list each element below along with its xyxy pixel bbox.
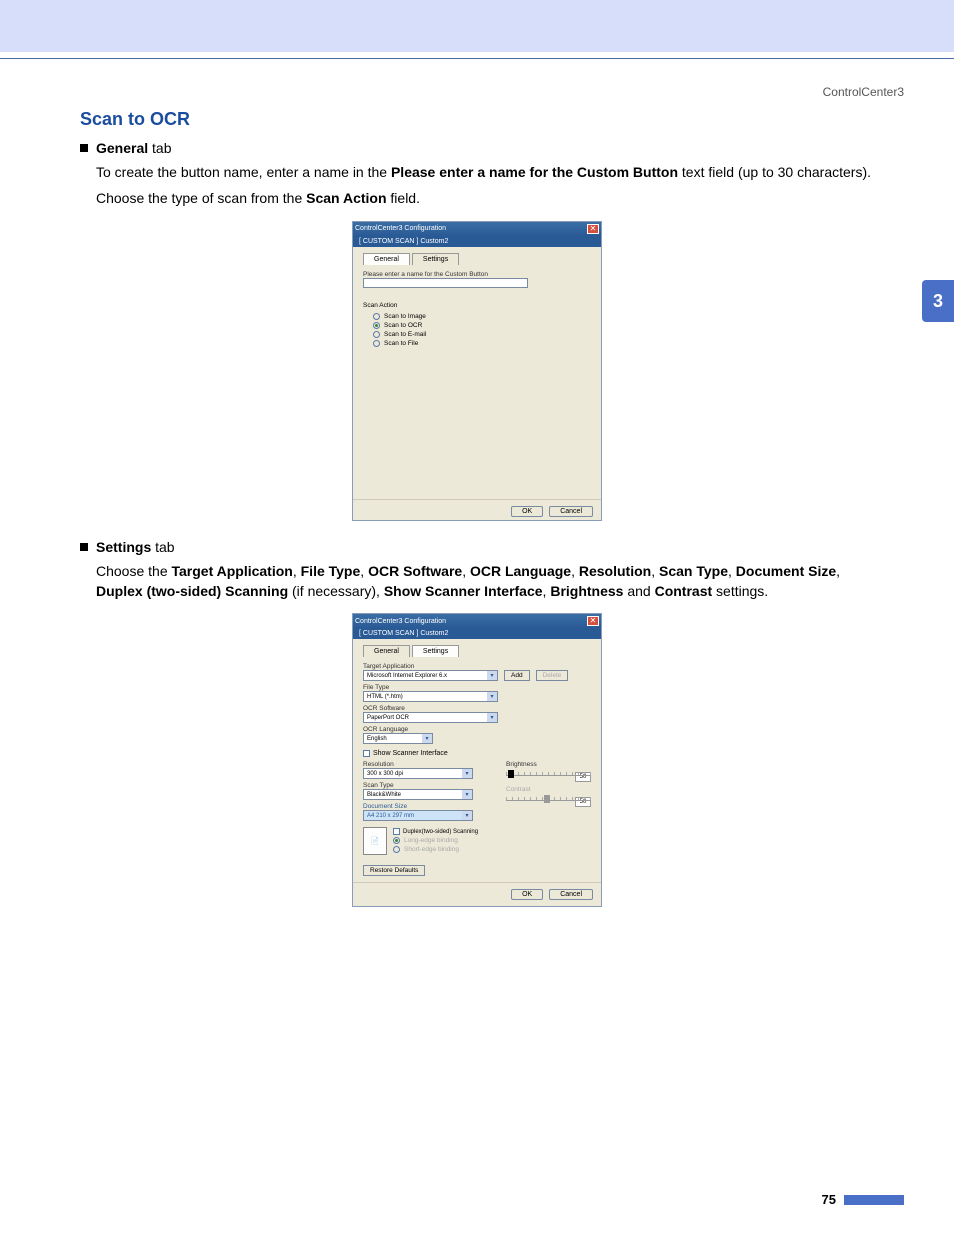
radio-scan-image[interactable]: Scan to Image bbox=[373, 313, 591, 320]
target-app-label: Target Application bbox=[363, 663, 591, 670]
dialog-tabs: General Settings bbox=[363, 645, 591, 657]
general-tab-label: General tab bbox=[96, 140, 172, 156]
page-number-bar: 75 bbox=[822, 1192, 904, 1207]
ocrlang-label: OCR Language bbox=[363, 726, 591, 733]
chevron-down-icon: ▾ bbox=[462, 811, 472, 820]
radio-scan-email-label: Scan to E-mail bbox=[384, 331, 426, 338]
scantype-label: Scan Type bbox=[363, 782, 496, 789]
docsize-label: Document Size bbox=[363, 803, 496, 810]
contrast-label: Contrast bbox=[506, 786, 591, 793]
header-rule bbox=[0, 58, 954, 59]
resolution-select[interactable]: 300 x 300 dpi▾ bbox=[363, 768, 473, 779]
ok-button[interactable]: OK bbox=[511, 889, 543, 900]
ocrsoft-select[interactable]: PaperPort OCR▾ bbox=[363, 712, 498, 723]
top-band bbox=[0, 0, 954, 52]
add-button[interactable]: Add bbox=[504, 670, 530, 681]
slider-thumb-icon[interactable] bbox=[544, 795, 550, 803]
dialog-subtitle: [ CUSTOM SCAN ] Custom2 bbox=[353, 628, 601, 639]
page-accent-bar bbox=[844, 1195, 904, 1205]
dialog-subtitle: [ CUSTOM SCAN ] Custom2 bbox=[353, 236, 601, 247]
docsize-select[interactable]: A4 210 x 297 mm▾ bbox=[363, 810, 473, 821]
show-scanner-label: Show Scanner Interface bbox=[373, 750, 448, 757]
chapter-ref: ControlCenter3 bbox=[823, 85, 904, 99]
ocrsoft-label: OCR Software bbox=[363, 705, 591, 712]
radio-short-edge: Short-edge binding bbox=[393, 846, 478, 853]
close-icon[interactable]: ✕ bbox=[587, 224, 599, 234]
name-field-label: Please enter a name for the Custom Butto… bbox=[363, 271, 591, 278]
square-bullet-icon bbox=[80, 543, 88, 551]
square-bullet-icon bbox=[80, 144, 88, 152]
radio-scan-email[interactable]: Scan to E-mail bbox=[373, 331, 591, 338]
show-scanner-checkbox[interactable]: Show Scanner Interface bbox=[363, 750, 591, 757]
settings-paragraph: Choose the Target Application, File Type… bbox=[96, 561, 874, 602]
dialog-titlebar: ControlCenter3 Configuration ✕ bbox=[353, 222, 601, 236]
contrast-slider[interactable]: 50 bbox=[506, 797, 591, 801]
radio-scan-file-label: Scan to File bbox=[384, 340, 418, 347]
dialog-footer: OK Cancel bbox=[353, 499, 601, 523]
settings-tab-label: Settings tab bbox=[96, 539, 175, 555]
close-icon[interactable]: ✕ bbox=[587, 616, 599, 626]
brightness-label: Brightness bbox=[506, 761, 591, 768]
radio-long-edge: Long-edge binding bbox=[393, 837, 478, 844]
chevron-down-icon: ▾ bbox=[487, 692, 497, 701]
slider-thumb-icon[interactable] bbox=[508, 770, 514, 778]
ok-button[interactable]: OK bbox=[511, 506, 543, 517]
dialog-title: ControlCenter3 Configuration bbox=[355, 225, 446, 232]
duplex-icon: 📄 bbox=[363, 827, 387, 855]
radio-scan-ocr[interactable]: Scan to OCR bbox=[373, 322, 591, 329]
ocrlang-select[interactable]: English▾ bbox=[363, 733, 433, 744]
radio-scan-image-label: Scan to Image bbox=[384, 313, 426, 320]
radio-scan-file[interactable]: Scan to File bbox=[373, 340, 591, 347]
general-paragraph-1: To create the button name, enter a name … bbox=[96, 162, 874, 182]
radio-scan-ocr-label: Scan to OCR bbox=[384, 322, 422, 329]
dialog-title: ControlCenter3 Configuration bbox=[355, 618, 446, 625]
dialog-titlebar: ControlCenter3 Configuration ✕ bbox=[353, 614, 601, 628]
custom-name-input[interactable] bbox=[363, 278, 528, 288]
section-title: Scan to OCR bbox=[80, 109, 874, 130]
general-paragraph-2: Choose the type of scan from the Scan Ac… bbox=[96, 188, 874, 208]
chevron-down-icon: ▾ bbox=[462, 790, 472, 799]
filetype-label: File Type bbox=[363, 684, 591, 691]
duplex-checkbox-label: Duplex(two-sided) Scanning bbox=[403, 829, 478, 835]
tab-settings[interactable]: Settings bbox=[412, 253, 459, 265]
scan-action-group-label: Scan Action bbox=[363, 302, 591, 309]
restore-defaults-button[interactable]: Restore Defaults bbox=[363, 865, 425, 876]
brightness-slider[interactable]: 50 bbox=[506, 772, 591, 776]
dialog-footer: OK Cancel bbox=[353, 882, 601, 906]
chevron-down-icon: ▾ bbox=[487, 671, 497, 680]
general-bullet-row: General tab bbox=[80, 140, 874, 156]
tab-general[interactable]: General bbox=[363, 645, 410, 657]
page-number: 75 bbox=[822, 1192, 836, 1207]
general-dialog: ControlCenter3 Configuration ✕ [ CUSTOM … bbox=[352, 221, 602, 521]
dialog-tabs: General Settings bbox=[363, 253, 591, 265]
cancel-button[interactable]: Cancel bbox=[549, 889, 593, 900]
chevron-down-icon: ▾ bbox=[487, 713, 497, 722]
duplex-checkbox[interactable]: Duplex(two-sided) Scanning bbox=[393, 828, 478, 835]
tab-settings[interactable]: Settings bbox=[412, 645, 459, 657]
delete-button[interactable]: Delete bbox=[536, 670, 569, 681]
scantype-select[interactable]: Black&White▾ bbox=[363, 789, 473, 800]
cancel-button[interactable]: Cancel bbox=[549, 506, 593, 517]
resolution-label: Resolution bbox=[363, 761, 496, 768]
settings-bullet-row: Settings tab bbox=[80, 539, 874, 555]
tab-general[interactable]: General bbox=[363, 253, 410, 265]
filetype-select[interactable]: HTML (*.htm)▾ bbox=[363, 691, 498, 702]
settings-dialog: ControlCenter3 Configuration ✕ [ CUSTOM … bbox=[352, 613, 602, 907]
chevron-down-icon: ▾ bbox=[462, 769, 472, 778]
target-app-select[interactable]: Microsoft Internet Explorer 6.x▾ bbox=[363, 670, 498, 681]
chevron-down-icon: ▾ bbox=[422, 734, 432, 743]
